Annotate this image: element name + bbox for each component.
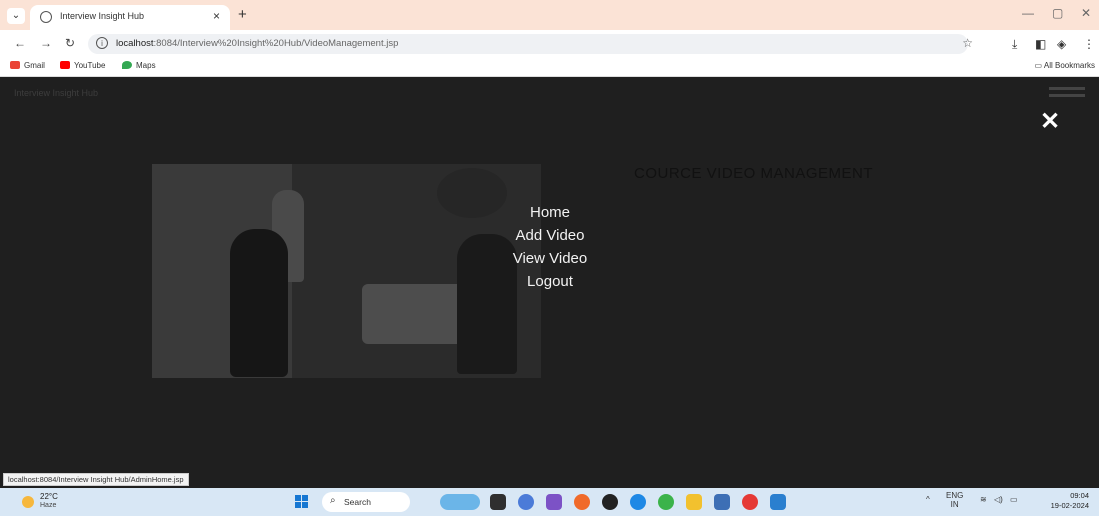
bookmark-youtube[interactable]: YouTube <box>60 61 105 70</box>
app-icon-6[interactable] <box>770 494 786 510</box>
new-tab-button[interactable]: + <box>238 6 247 23</box>
weather-temperature: 22°C <box>40 492 58 501</box>
tab-close-button[interactable]: × <box>213 9 220 23</box>
edge-icon[interactable] <box>630 494 646 510</box>
overlay-nav-menu: Home Add Video View Video Logout <box>480 201 620 293</box>
search-icon: ⌕ <box>330 495 336 506</box>
extension-icon[interactable]: ◈ <box>1057 37 1066 51</box>
forward-arrow-icon[interactable]: → <box>40 36 52 50</box>
side-panel-icon[interactable]: ◧ <box>1035 37 1046 51</box>
minimize-button[interactable]: — <box>1022 6 1034 20</box>
chevron-up-icon[interactable]: ^ <box>926 495 930 504</box>
bookmarks-bar: Gmail YouTube Maps ▭ All Bookmarks <box>0 58 1099 77</box>
site-info-icon[interactable]: i <box>96 37 108 49</box>
bookmark-maps[interactable]: Maps <box>122 61 156 70</box>
file-explorer-icon[interactable] <box>686 494 702 510</box>
download-icon[interactable]: ⤓ <box>1012 37 1017 52</box>
browser-tab-bar: ⌄ Interview Insight Hub × + — ▢ ✕ <box>0 0 1099 30</box>
folder-icon: ▭ <box>1034 61 1044 70</box>
url-text[interactable]: localhost:8084/Interview%20Insight%20Hub… <box>116 38 398 49</box>
hamburger-menu-icon[interactable] <box>1049 87 1085 101</box>
globe-icon <box>40 11 52 23</box>
menu-dots-icon[interactable]: ⋮ <box>1083 37 1095 51</box>
chrome-icon[interactable] <box>742 494 758 510</box>
menu-item-add-video[interactable]: Add Video <box>480 224 620 247</box>
address-bar[interactable]: i localhost:8084/Interview%20Insight%20H… <box>88 34 973 54</box>
weather-sun-icon <box>22 496 34 508</box>
app-icon-5[interactable] <box>714 494 730 510</box>
battery-icon[interactable]: ▭ <box>1010 495 1018 504</box>
menu-item-logout[interactable]: Logout <box>480 270 620 293</box>
app-icon-2[interactable] <box>574 494 590 510</box>
tab-title: Interview Insight Hub <box>60 11 145 21</box>
restore-button[interactable]: ▢ <box>1052 6 1063 20</box>
bookmark-star-icon[interactable]: ☆ <box>962 36 973 50</box>
app-icon-1[interactable] <box>546 494 562 510</box>
widgets-icon[interactable] <box>440 494 480 510</box>
app-icon-4[interactable] <box>658 494 674 510</box>
tab-search-button[interactable]: ⌄ <box>7 8 25 24</box>
bookmark-gmail[interactable]: Gmail <box>10 61 45 70</box>
browser-tab[interactable]: Interview Insight Hub × <box>30 5 230 30</box>
weather-condition: Haze <box>40 502 57 509</box>
all-bookmarks-button[interactable]: ▭ All Bookmarks <box>1035 61 1095 70</box>
page-title: COURCE VIDEO MANAGEMENT <box>634 165 874 182</box>
site-title[interactable]: Interview Insight Hub <box>14 88 98 98</box>
system-clock[interactable]: 09:04 19-02-2024 <box>1051 491 1089 511</box>
windows-taskbar: 22°C Haze ⌕ Search ^ ENG IN ≋ ◁) ▭ 09:04 … <box>0 488 1099 516</box>
menu-item-home[interactable]: Home <box>480 201 620 224</box>
app-icon-3[interactable] <box>602 494 618 510</box>
volume-icon[interactable]: ◁) <box>994 495 1003 504</box>
reload-icon[interactable]: ↻ <box>65 36 75 50</box>
search-label: Search <box>344 497 371 507</box>
chat-icon[interactable] <box>518 494 534 510</box>
task-view-icon[interactable] <box>490 494 506 510</box>
window-close-button[interactable]: ✕ <box>1081 6 1091 20</box>
back-arrow-icon[interactable]: ← <box>14 36 26 50</box>
wifi-icon[interactable]: ≋ <box>980 495 987 504</box>
browser-toolbar: ← → ↻ i localhost:8084/Interview%20Insig… <box>0 30 1099 58</box>
maps-icon <box>122 61 132 69</box>
menu-item-view-video[interactable]: View Video <box>480 247 620 270</box>
language-indicator[interactable]: ENG IN <box>946 491 963 509</box>
gmail-icon <box>10 61 20 69</box>
taskbar-search[interactable]: ⌕ Search <box>322 492 410 512</box>
page-overlay: Interview Insight Hub COURCE VIDEO MANAG… <box>0 77 1099 488</box>
youtube-icon <box>60 61 70 69</box>
windows-start-icon[interactable] <box>295 495 309 509</box>
link-status-url: localhost:8084/Interview Insight Hub/Adm… <box>3 473 189 486</box>
close-menu-icon[interactable]: ✕ <box>1040 107 1060 136</box>
